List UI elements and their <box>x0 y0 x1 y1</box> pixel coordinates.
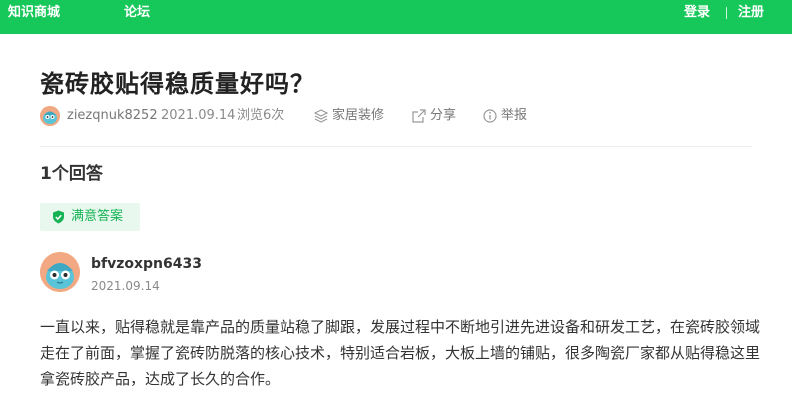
section-divider <box>40 146 752 147</box>
shield-check-icon <box>53 210 64 224</box>
question-date: 2021.09.14 <box>161 108 236 123</box>
answer-date: 2021.09.14 <box>91 279 160 293</box>
nav-link-forum[interactable]: 论坛 <box>124 0 150 26</box>
question-title: 瓷砖胶贴得稳质量好吗？ <box>40 70 315 98</box>
layers-icon <box>314 109 328 123</box>
login-link[interactable]: 登录 <box>684 0 710 26</box>
report-button[interactable]: 举报 <box>501 106 527 126</box>
register-link[interactable]: 注册 <box>738 0 764 26</box>
answerer-name[interactable]: bfvzoxpn6433 <box>91 256 202 272</box>
avatar-face-icon <box>40 252 80 292</box>
nav-separator <box>726 7 727 19</box>
nav-link-knowledge-mall[interactable]: 知识商城 <box>8 0 60 26</box>
share-icon[interactable] <box>412 109 426 123</box>
author-avatar[interactable] <box>40 106 60 126</box>
answerer-avatar[interactable] <box>40 252 80 292</box>
answer-text: 一直以来，贴得稳就是靠产品的质量站稳了脚跟，发展过程中不断地引进先进设备和研发工… <box>40 318 761 388</box>
answers-count: 1个回答 <box>40 164 103 184</box>
avatar-face-icon <box>40 106 60 126</box>
best-answer-label: 满意答案 <box>71 209 124 224</box>
category-link[interactable]: 家居装修 <box>332 106 384 126</box>
top-nav-bar: 知识商城 论坛 登录 注册 <box>0 0 792 34</box>
author-name[interactable]: ziezqnuk8252 <box>67 106 158 126</box>
view-count: 浏览6次 <box>237 108 285 123</box>
best-answer-badge: 满意答案 <box>40 203 140 231</box>
share-button[interactable]: 分享 <box>430 106 456 126</box>
info-circle-icon[interactable] <box>483 109 497 123</box>
